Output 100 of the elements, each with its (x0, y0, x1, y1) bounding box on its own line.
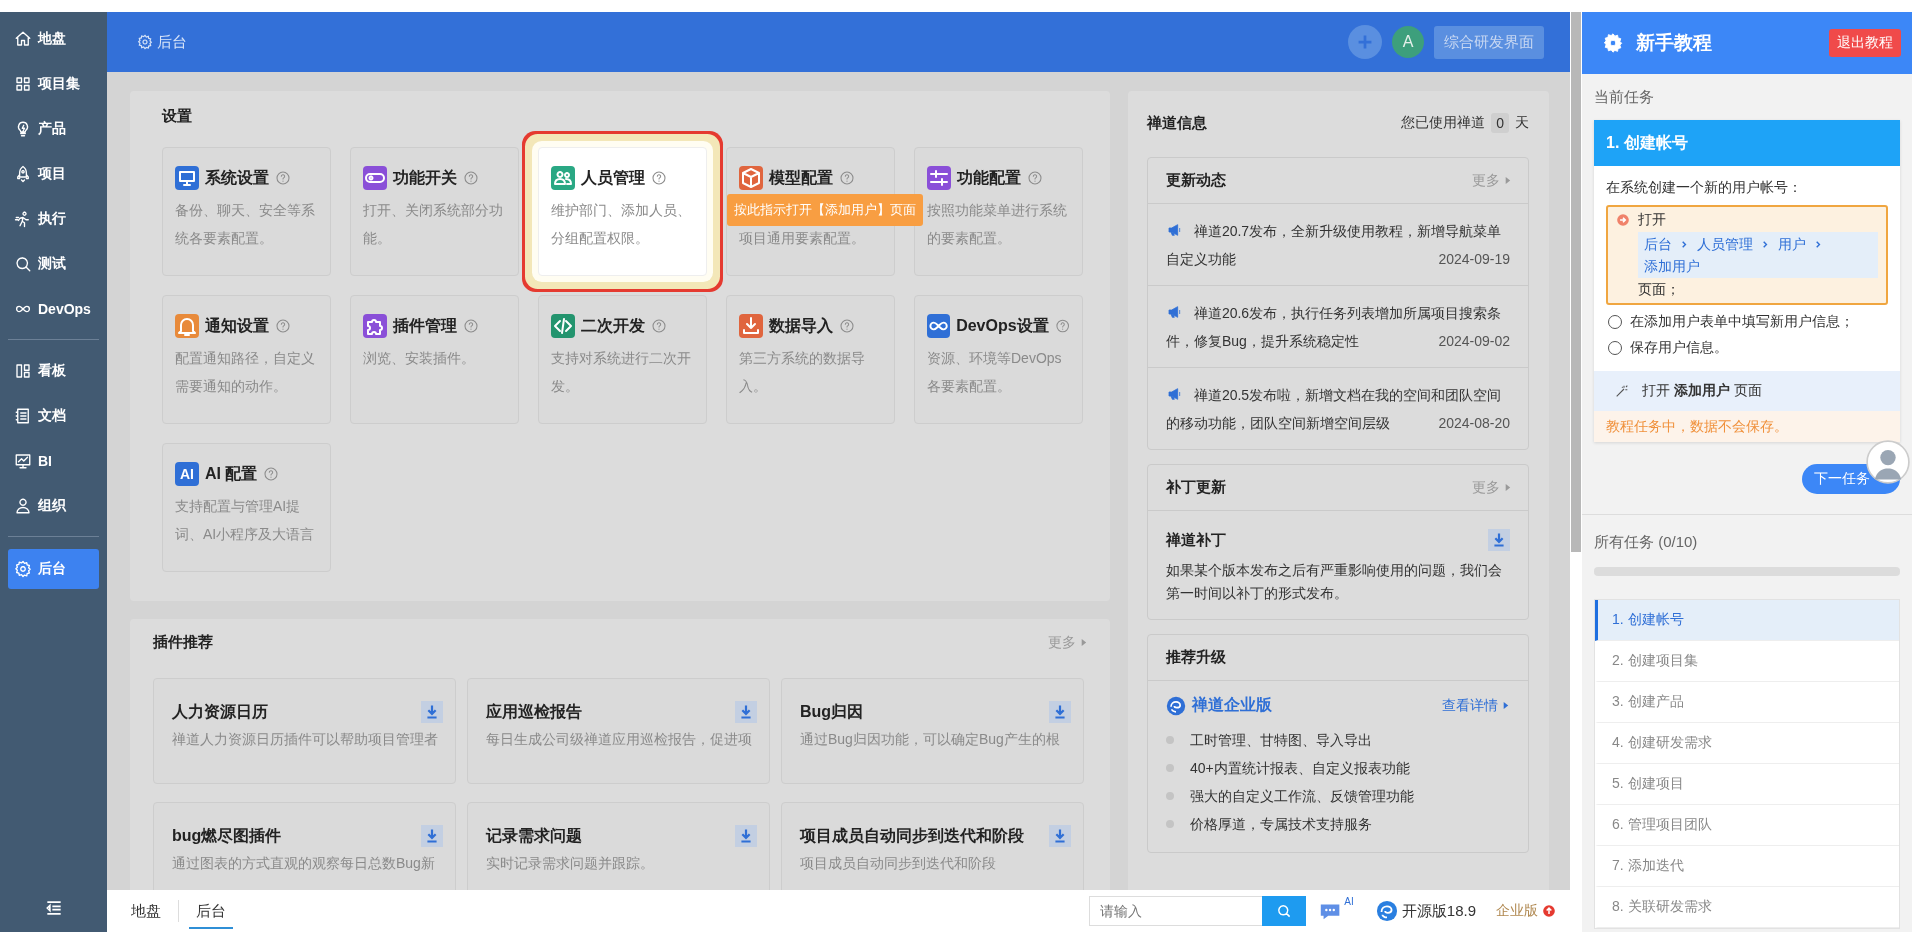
download-icon[interactable] (735, 825, 757, 847)
card-title: 功能开关 (393, 167, 457, 188)
task-item[interactable]: 2. 创建项目集 (1595, 641, 1899, 682)
help-icon[interactable] (651, 170, 667, 186)
card-title: 模型配置 (769, 167, 833, 188)
card-description: 按照功能菜单进行系统的要素配置。 (927, 201, 1068, 248)
step-text: 打开 (1638, 211, 1666, 229)
card-title: AI 配置 (205, 463, 258, 484)
search-field[interactable]: 请输入 (1089, 896, 1263, 926)
add-button[interactable] (1348, 25, 1382, 59)
nav-item[interactable]: 项目集 (8, 61, 99, 106)
plugin-description: 通过图表的方式直观的观察每日总数Bug新 (172, 855, 436, 873)
help-icon[interactable] (651, 318, 667, 334)
nav-item[interactable]: 测试 (8, 241, 99, 286)
nav-item[interactable]: 地盘 (8, 16, 99, 61)
nav-item[interactable]: 执行 (8, 196, 99, 241)
step-text: 页面； (1638, 281, 1681, 299)
task-item[interactable]: 8. 关联研发需求 (1595, 887, 1899, 928)
task-item[interactable]: 4. 创建研发需求 (1595, 723, 1899, 764)
card-title: 二次开发 (581, 315, 645, 336)
plugin-card[interactable]: 记录需求问题 实时记录需求问题并跟踪。 (467, 802, 770, 890)
download-icon[interactable] (1049, 825, 1071, 847)
plugin-card[interactable]: 应用巡检报告 每日生成公司级禅道应用巡检报告，促进项 (467, 678, 770, 784)
nav-item[interactable]: 文档 (8, 393, 99, 438)
settings-icon (137, 34, 153, 50)
plugin-card[interactable]: Bug归因 通过Bug归因功能，可以确定Bug产生的根 (781, 678, 1084, 784)
card-description: 第三方系统的数据导入。 (739, 349, 866, 396)
task-item[interactable]: 6. 管理项目团队 (1595, 805, 1899, 846)
ai-label: AI (1344, 896, 1354, 907)
panel-title: 禅道信息 (1147, 113, 1207, 133)
bullet-icon (1166, 764, 1174, 772)
help-icon[interactable] (275, 170, 291, 186)
nav-item[interactable]: BI (8, 438, 99, 483)
update-link[interactable]: 禅道20.6发布，执行任务列表增加所属项目搜索条件，修复Bug，提升系统稳定性 2024-09-02 (1148, 286, 1528, 368)
help-icon[interactable] (263, 466, 280, 482)
scrollbar[interactable] (1571, 12, 1581, 552)
task-item[interactable]: 1. 创建帐号 (1595, 600, 1899, 641)
nav-item[interactable]: 组织 (8, 483, 99, 528)
help-icon[interactable] (1054, 318, 1070, 334)
settings-card[interactable]: AI AI 配置 支持配置与管理AI提词、AI小程序及大语言 (162, 443, 331, 572)
task-intro: 在系统创建一个新的用户帐号： (1605, 178, 1803, 197)
plugin-card[interactable]: bug燃尽图插件 通过图表的方式直观的观察每日总数Bug新 (153, 802, 456, 890)
path-link[interactable]: 人员管理 (1697, 234, 1753, 254)
nav-item[interactable]: DevOps (8, 286, 99, 331)
task-item[interactable]: 5. 创建项目 (1595, 764, 1899, 805)
settings-card[interactable]: DevOps设置 资源、环境等DevOps各要素配置。 (914, 295, 1083, 424)
card-title: 人员管理 (581, 167, 645, 188)
help-icon[interactable] (839, 170, 855, 186)
download-icon[interactable] (1049, 701, 1071, 723)
settings-card[interactable]: 数据导入 第三方系统的数据导入。 (726, 295, 895, 424)
help-icon[interactable] (275, 318, 291, 334)
details-link[interactable]: 查看详情 (1442, 696, 1510, 715)
task-item[interactable]: 3. 创建产品 (1595, 682, 1899, 723)
nav-item[interactable]: 项目 (8, 151, 99, 196)
card-title: 功能配置 (957, 167, 1021, 188)
plugin-title: 人力资源日历 (172, 701, 268, 722)
path-link[interactable]: 后台 (1644, 234, 1672, 254)
nav-item[interactable]: 看板 (8, 348, 99, 393)
settings-card[interactable]: 系统设置 备份、聊天、安全等系统各要素配置。 (162, 147, 331, 276)
settings-card[interactable]: 通知设置 配置通知路径，自定义需要通知的动作。 (162, 295, 331, 424)
help-icon[interactable] (463, 170, 479, 186)
section-label: 当前任务 (1594, 88, 1655, 107)
action-bar[interactable]: 打开 添加用户 页面 (1594, 371, 1900, 411)
task-item[interactable]: 7. 添加迭代 (1595, 846, 1899, 887)
board-icon (14, 361, 32, 380)
path-link[interactable]: 添加用户 (1644, 256, 1700, 276)
logo-icon (1375, 900, 1398, 922)
settings-card[interactable]: 插件管理 浏览、安装插件。 (350, 295, 519, 424)
bottom-tab[interactable]: 地盘 (124, 893, 168, 929)
update-link[interactable]: 禅道20.7发布，全新升级使用教程，新增导航菜单自定义功能 2024-09-19 (1148, 204, 1528, 286)
plugin-title: Bug归因 (800, 701, 864, 722)
action-text: 打开 添加用户 页面 (1642, 382, 1762, 400)
download-icon[interactable] (421, 825, 443, 847)
product-name: 禅道企业版 (1192, 695, 1272, 715)
settings-card[interactable]: 二次开发 支持对系统进行二次开发。 (538, 295, 707, 424)
nav-item[interactable]: 后台 (8, 549, 99, 589)
help-icon[interactable] (839, 318, 855, 334)
path-link[interactable]: 用户 (1778, 234, 1806, 254)
search-button[interactable] (1262, 896, 1307, 926)
bullet-icon (1166, 792, 1174, 800)
bottom-tab[interactable]: 后台 (189, 893, 233, 929)
update-link[interactable]: 禅道20.5发布啦，新增文档在我的空间和团队空间的移动功能，团队空间新增空间层级 2024-08-20 (1148, 368, 1528, 449)
download-icon[interactable] (1488, 529, 1510, 551)
nav-item[interactable]: 产品 (8, 106, 99, 151)
card-description: 配置通知路径，自定义需要通知的动作。 (175, 349, 316, 396)
card-description: 浏览、安装插件。 (363, 349, 476, 368)
plugin-description: 项目成员自动同步到迭代和阶段 (800, 855, 997, 873)
download-icon[interactable] (421, 701, 443, 723)
breadcrumb[interactable]: 后台 (157, 32, 187, 52)
exit-button[interactable]: 退出教程 (1829, 29, 1901, 57)
caret-icon (1503, 483, 1512, 492)
download-icon[interactable] (735, 701, 757, 723)
help-icon[interactable] (463, 318, 479, 334)
plugin-card[interactable]: 项目成员自动同步到迭代和阶段 项目成员自动同步到迭代和阶段 (781, 802, 1084, 890)
help-icon[interactable] (1027, 170, 1043, 186)
tour-tooltip: 按此指示打开【添加用户】页面 (727, 194, 923, 226)
settings-icon (1602, 32, 1624, 54)
runner-icon (14, 209, 32, 228)
settings-card[interactable]: 功能开关 打开、关闭系统部分功能。 (350, 147, 519, 276)
plugin-card[interactable]: 人力资源日历 禅道人力资源日历插件可以帮助项目管理者 (153, 678, 456, 784)
